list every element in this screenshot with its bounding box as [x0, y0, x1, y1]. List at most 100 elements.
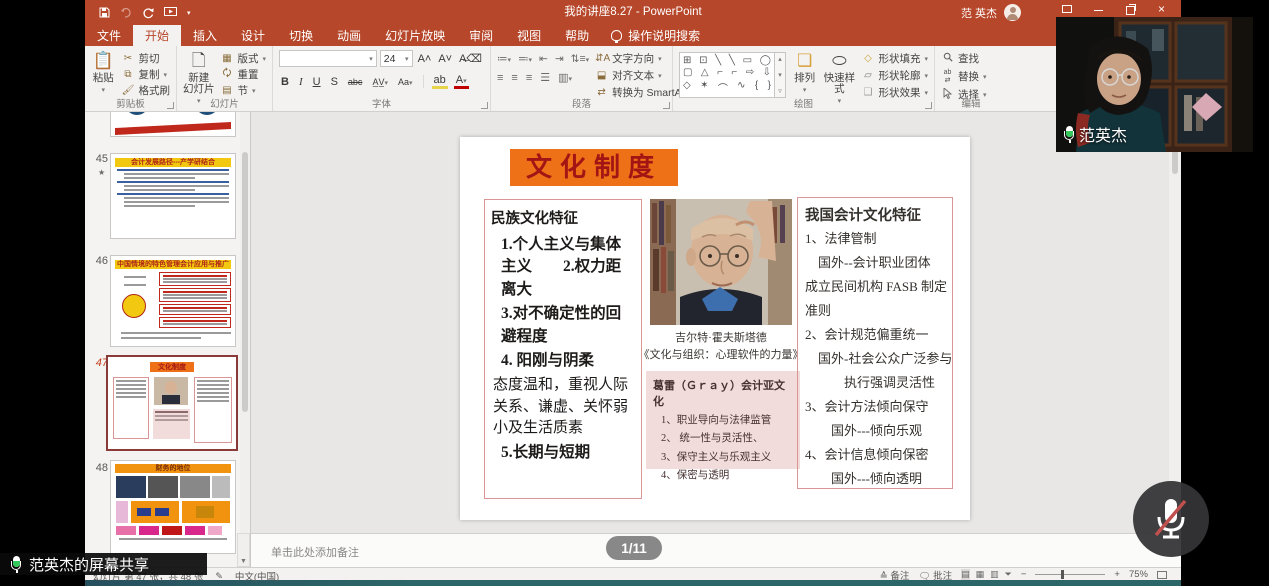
shape-gallery[interactable]: ⊞⊡╲╲▭◯ ▢△⌐⌐⇨⇩ ◇✶⌒∿{}	[679, 52, 775, 98]
minimize-button[interactable]	[1094, 4, 1104, 14]
clear-formatting-icon[interactable]: A̶⌫	[457, 52, 484, 65]
comments-toggle[interactable]: 🗨 批注	[918, 568, 952, 582]
slide-title[interactable]: 文化制度	[510, 149, 678, 186]
cut-button[interactable]: ✂剪切	[122, 52, 171, 65]
account-chip[interactable]: 范 英杰	[961, 0, 1021, 25]
tab-slideshow[interactable]: 幻灯片放映	[373, 25, 457, 46]
copy-button[interactable]: ⧉复制▾	[122, 68, 171, 81]
save-icon[interactable]	[99, 7, 110, 18]
justify-icon[interactable]: ☰	[540, 71, 550, 84]
notes-scrollbar[interactable]: ▼	[237, 533, 250, 567]
shape-fill-button[interactable]: ◇形状填充▾	[861, 52, 928, 65]
powerpoint-window: ▾ 我的讲座8.27 - PowerPoint 范 英杰 × 文件 开始 插入 …	[85, 0, 1181, 580]
tab-insert[interactable]: 插入	[181, 25, 229, 46]
tab-design[interactable]: 设计	[229, 25, 277, 46]
bold-button[interactable]: B	[279, 76, 291, 88]
hofstede-photo[interactable]	[650, 199, 792, 325]
tab-transitions[interactable]: 切换	[277, 25, 325, 46]
screen-share-banner: 范英杰的屏幕共享	[0, 553, 207, 575]
proofing-icon[interactable]: ✎	[215, 571, 223, 582]
align-left-icon[interactable]: ≡	[497, 72, 503, 84]
increase-indent-icon[interactable]: ⇥	[555, 53, 564, 65]
slideshow-view-icon[interactable]: ⏷	[1005, 569, 1012, 580]
shape-outline-button[interactable]: ▱形状轮廓▾	[861, 69, 928, 82]
thumbnail-slide-48[interactable]: 财务的地位	[110, 460, 236, 554]
qat-more-icon[interactable]: ▾	[187, 9, 191, 17]
quick-styles-button[interactable]: ⬭ 快速样式▾	[823, 49, 855, 97]
reset-button[interactable]: 🗘重置	[220, 68, 266, 81]
presenter-display-icon[interactable]	[1062, 5, 1072, 13]
increase-font-icon[interactable]: A˄	[416, 53, 434, 65]
underline-button[interactable]: U	[311, 76, 323, 88]
dialog-launcher-icon[interactable]	[481, 102, 488, 109]
undo-icon[interactable]	[120, 7, 132, 18]
zoom-in-icon[interactable]: +	[1114, 569, 1120, 580]
character-spacing-button[interactable]: A̲V̲▾	[370, 77, 390, 87]
restore-button[interactable]	[1126, 4, 1136, 14]
normal-view-icon[interactable]: ▤	[961, 569, 970, 580]
fit-to-window-icon[interactable]	[1157, 571, 1167, 579]
find-button[interactable]: 查找	[941, 52, 987, 65]
replace-button[interactable]: ab⇄ 替换▾	[941, 70, 987, 83]
right-box-line: 3、会计方法倾向保守	[805, 395, 945, 419]
close-button[interactable]: ×	[1158, 4, 1165, 14]
decrease-indent-icon[interactable]: ⇤	[539, 53, 548, 65]
slide-sorter-icon[interactable]: ▦	[976, 569, 985, 580]
thumbnail-slide-44[interactable]	[110, 112, 236, 137]
paste-button[interactable]: 📋 粘贴▾	[91, 49, 116, 97]
zoom-slider[interactable]	[1035, 574, 1105, 575]
change-case-button[interactable]: Aa▾	[396, 77, 415, 87]
language-status[interactable]: 中文(中国)	[235, 569, 279, 583]
line-spacing-icon[interactable]: ⇅≡▾	[571, 53, 589, 65]
font-color-button[interactable]: A▾	[454, 74, 469, 89]
slide-canvas[interactable]: 文化制度 民族文化特征 1.个人主义与集体主义 2.权力距离大 3.对不确定性的…	[460, 137, 970, 520]
zoom-out-icon[interactable]: −	[1021, 569, 1027, 580]
italic-button[interactable]: I	[297, 76, 305, 88]
dialog-launcher-icon[interactable]	[663, 102, 670, 109]
align-right-icon[interactable]: ≡	[526, 72, 532, 84]
start-slideshow-icon[interactable]	[164, 7, 177, 18]
numbering-icon[interactable]: ≕▾	[518, 53, 532, 65]
bullets-icon[interactable]: ≔▾	[497, 53, 511, 65]
national-culture-box[interactable]: 民族文化特征 1.个人主义与集体主义 2.权力距离大 3.对不确定性的回避程度 …	[484, 199, 642, 499]
gray-subculture-box[interactable]: 葛雷（Ｇｒａｙ）会计亚文化 1、职业导向与法律监管 2、 统一性与灵活性、 3、…	[646, 371, 800, 469]
text-shadow-button[interactable]: S	[329, 76, 340, 88]
align-center-icon[interactable]: ≡	[511, 72, 517, 84]
decrease-font-icon[interactable]: A˅	[436, 53, 454, 65]
thumbnail-slide-45[interactable]: 会计发展路径---产学研结合	[110, 153, 236, 239]
notes-toggle[interactable]: ≙ 备注	[880, 568, 910, 582]
strikethrough-button[interactable]: abc	[346, 77, 365, 87]
thumbnail-slide-46[interactable]: 中国情境的特色管理会计应用与推广	[110, 255, 236, 347]
zoom-level[interactable]: 75%	[1129, 569, 1148, 580]
font-name-combo[interactable]: ▾	[279, 50, 377, 67]
thumbnail-number: 46	[94, 255, 108, 267]
thumbnail-scrollbar[interactable]: ▼	[240, 112, 250, 567]
thumbnail-slide-47-selected[interactable]: 文化制度	[106, 355, 238, 451]
redo-icon[interactable]	[142, 7, 154, 19]
font-size-combo[interactable]: 24▾	[380, 50, 413, 67]
tab-home[interactable]: 开始	[133, 25, 181, 46]
dialog-launcher-icon[interactable]	[925, 102, 932, 109]
reading-view-icon[interactable]: ▥	[990, 569, 999, 580]
tab-animations[interactable]: 动画	[325, 25, 373, 46]
tab-review[interactable]: 审阅	[457, 25, 505, 46]
zoom-slider-thumb[interactable]	[1061, 570, 1064, 579]
arrange-button[interactable]: ❏ 排列▾	[792, 49, 817, 97]
china-accounting-culture-box[interactable]: 我国会计文化特征 1、法律管制 国外--会计职业团体 成立民间机构 FASB 制…	[797, 197, 953, 489]
shape-gallery-scroll[interactable]: ▴▾▿	[775, 52, 786, 98]
columns-icon[interactable]: ▥▾	[558, 71, 572, 84]
tab-help[interactable]: 帮助	[553, 25, 601, 46]
photo-caption-book: 《文化与组织：心理软件的力量》	[632, 346, 810, 362]
tab-file[interactable]: 文件	[85, 25, 133, 46]
highlight-color-button[interactable]: ab	[432, 74, 448, 89]
tell-me-search[interactable]: 操作说明搜索	[601, 25, 710, 46]
tab-view[interactable]: 视图	[505, 25, 553, 46]
group-label-font: 字体	[273, 96, 490, 110]
notes-placeholder[interactable]: 单击此处添加备注	[271, 544, 359, 560]
notes-pane[interactable]: 单击此处添加备注	[251, 533, 1181, 567]
new-slide-button[interactable]: 🗋 新建幻灯片▾	[183, 49, 214, 97]
microphone-muted-button[interactable]	[1133, 481, 1209, 557]
editor-scrollbar[interactable]	[1169, 112, 1181, 533]
layout-button[interactable]: ▦版式▾	[220, 52, 266, 65]
dialog-launcher-icon[interactable]	[167, 102, 174, 109]
